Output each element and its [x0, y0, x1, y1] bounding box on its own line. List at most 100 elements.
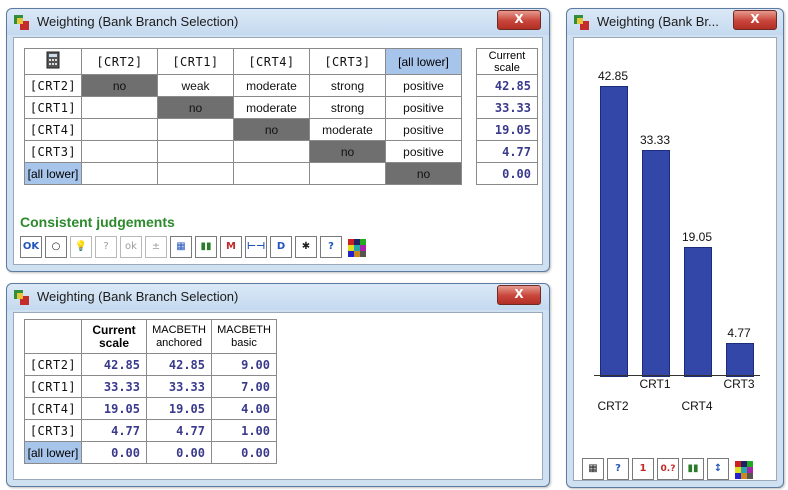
consistency-status: Consistent judgements [20, 214, 175, 230]
bulb-question-icon[interactable]: ? [95, 236, 117, 258]
category-label: CRT2 [597, 399, 629, 413]
judgement-cell[interactable]: moderate [233, 74, 310, 97]
bar-swap-icon[interactable]: ▮▮ [682, 458, 704, 480]
row-header: [CRT3] [24, 419, 82, 442]
category-label: CRT1 [639, 377, 671, 391]
judgement-cell[interactable] [157, 162, 234, 185]
scale-value: 42.85 [81, 353, 147, 376]
bulb-icon[interactable]: 💡 [70, 236, 92, 258]
close-button[interactable]: X [497, 10, 541, 30]
color-mosaic-icon[interactable] [732, 458, 753, 479]
table-icon[interactable]: ▦ [582, 458, 604, 480]
diff-icon[interactable]: D [270, 236, 292, 258]
bar-crt1[interactable] [642, 150, 670, 377]
app-icon [574, 15, 590, 30]
row-header: [CRT1] [24, 375, 82, 398]
scale-value: 42.85 [146, 353, 212, 376]
judgement-cell[interactable] [81, 162, 158, 185]
col-header: Current scale [81, 319, 147, 354]
scale-value: 0.00 [211, 441, 277, 464]
judgement-cell[interactable]: no [233, 118, 310, 141]
judgement-cell[interactable] [157, 140, 234, 163]
sort-icon[interactable]: ↕ [707, 458, 729, 480]
judgement-cell[interactable] [81, 140, 158, 163]
judgement-matrix: [CRT2] [CRT1] [CRT4] [CRT3] [all lower] … [24, 48, 462, 185]
bar-crt2[interactable] [600, 86, 628, 377]
scale-value: 33.33 [81, 375, 147, 398]
judgement-cell[interactable]: no [385, 162, 462, 185]
scale-value: 19.05 [81, 397, 147, 420]
scale-one-button[interactable]: 1 [632, 458, 654, 480]
color-mosaic-icon[interactable] [345, 236, 366, 257]
judgement-cell[interactable]: moderate [233, 96, 310, 119]
judgement-cell[interactable] [81, 118, 158, 141]
scales-client: Current scale MACBETH anchored MACBETH b… [13, 312, 543, 480]
col-header[interactable]: [CRT4] [233, 48, 310, 75]
scale-value: 33.33 [146, 375, 212, 398]
judgement-cell[interactable] [233, 162, 310, 185]
col-header-all-lower[interactable]: [all lower] [385, 48, 462, 75]
calculator-cell[interactable] [24, 48, 82, 75]
bar-crt4[interactable] [684, 246, 712, 377]
chart-area: 42.85 CRT2 33.33 CRT1 19.05 CRT4 4.77 CRT3 ▦ ? … [573, 37, 777, 481]
judgement-cell[interactable]: moderate [309, 118, 386, 141]
scale-decimal-button[interactable]: 0.? [657, 458, 679, 480]
row-header[interactable]: [CRT1] [24, 96, 82, 119]
bulb-ok-icon[interactable]: ok [120, 236, 142, 258]
ok-check-icon[interactable]: OK [20, 236, 42, 258]
scale-question-icon[interactable]: ? [607, 458, 629, 480]
judgement-cell[interactable] [81, 96, 158, 119]
judgement-cell[interactable]: no [157, 96, 234, 119]
col-header[interactable]: [CRT1] [157, 48, 234, 75]
col-header[interactable]: [CRT3] [309, 48, 386, 75]
scale-value: 9.00 [211, 353, 277, 376]
interval-icon[interactable]: ⊢⊣ [245, 236, 267, 258]
judgement-cell[interactable]: positive [385, 74, 462, 97]
judgement-cell[interactable]: strong [309, 74, 386, 97]
judgement-cell[interactable]: positive [385, 96, 462, 119]
weights-icon[interactable]: ± [145, 236, 167, 258]
close-button[interactable]: X [497, 285, 541, 305]
scale-value: 4.77 [476, 140, 538, 163]
judgement-cell[interactable]: strong [309, 96, 386, 119]
close-button[interactable]: X [733, 10, 777, 30]
matrix-toolbar: OK ○ 💡 ? ok ± ▦ ▮▮ M ⊢⊣ D ✱ ? [20, 236, 366, 258]
app-icon [14, 15, 30, 30]
app-icon [14, 290, 30, 305]
chart-titlebar[interactable]: Weighting (Bank Br... X [567, 9, 783, 35]
judgement-cell[interactable] [233, 140, 310, 163]
bar-chart-icon[interactable]: ▮▮ [195, 236, 217, 258]
row-header[interactable]: [CRT4] [24, 118, 82, 141]
value-label: 4.77 [727, 325, 751, 340]
judgement-cell[interactable] [157, 118, 234, 141]
judgement-cell[interactable]: no [309, 140, 386, 163]
judgement-cell[interactable] [309, 162, 386, 185]
scale-value: 7.00 [211, 375, 277, 398]
value-label: 42.85 [597, 69, 629, 83]
matrix-window: Weighting (Bank Branch Selection) X [CRT… [6, 8, 550, 272]
current-scale-header: Current scale [476, 48, 538, 75]
scale-question-icon[interactable]: ? [320, 236, 342, 258]
person-icon[interactable]: ✱ [295, 236, 317, 258]
col-header[interactable]: [CRT2] [81, 48, 158, 75]
macbeth-table-icon[interactable]: M [220, 236, 242, 258]
row-header-all-lower: [all lower] [24, 441, 82, 464]
row-header-all-lower[interactable]: [all lower] [24, 162, 82, 185]
scales-table: Current scale MACBETH anchored MACBETH b… [24, 319, 277, 464]
category-label: CRT4 [681, 399, 713, 413]
judgement-cell[interactable]: weak [157, 74, 234, 97]
scale-value: 33.33 [476, 96, 538, 119]
table-export-icon[interactable]: ▦ [170, 236, 192, 258]
scales-window: Weighting (Bank Branch Selection) X Curr… [6, 283, 550, 487]
row-header[interactable]: [CRT3] [24, 140, 82, 163]
bar-crt3[interactable] [726, 342, 754, 377]
judgement-cell[interactable]: no [81, 74, 158, 97]
judgement-cell[interactable]: positive [385, 118, 462, 141]
judgement-cell[interactable]: positive [385, 140, 462, 163]
matrix-titlebar[interactable]: Weighting (Bank Branch Selection) X [7, 9, 549, 35]
window-title: Weighting (Bank Branch Selection) [37, 289, 239, 304]
scales-titlebar[interactable]: Weighting (Bank Branch Selection) X [7, 284, 549, 310]
scale-value: 0.00 [476, 162, 538, 185]
row-header[interactable]: [CRT2] [24, 74, 82, 97]
circle-icon[interactable]: ○ [45, 236, 67, 258]
